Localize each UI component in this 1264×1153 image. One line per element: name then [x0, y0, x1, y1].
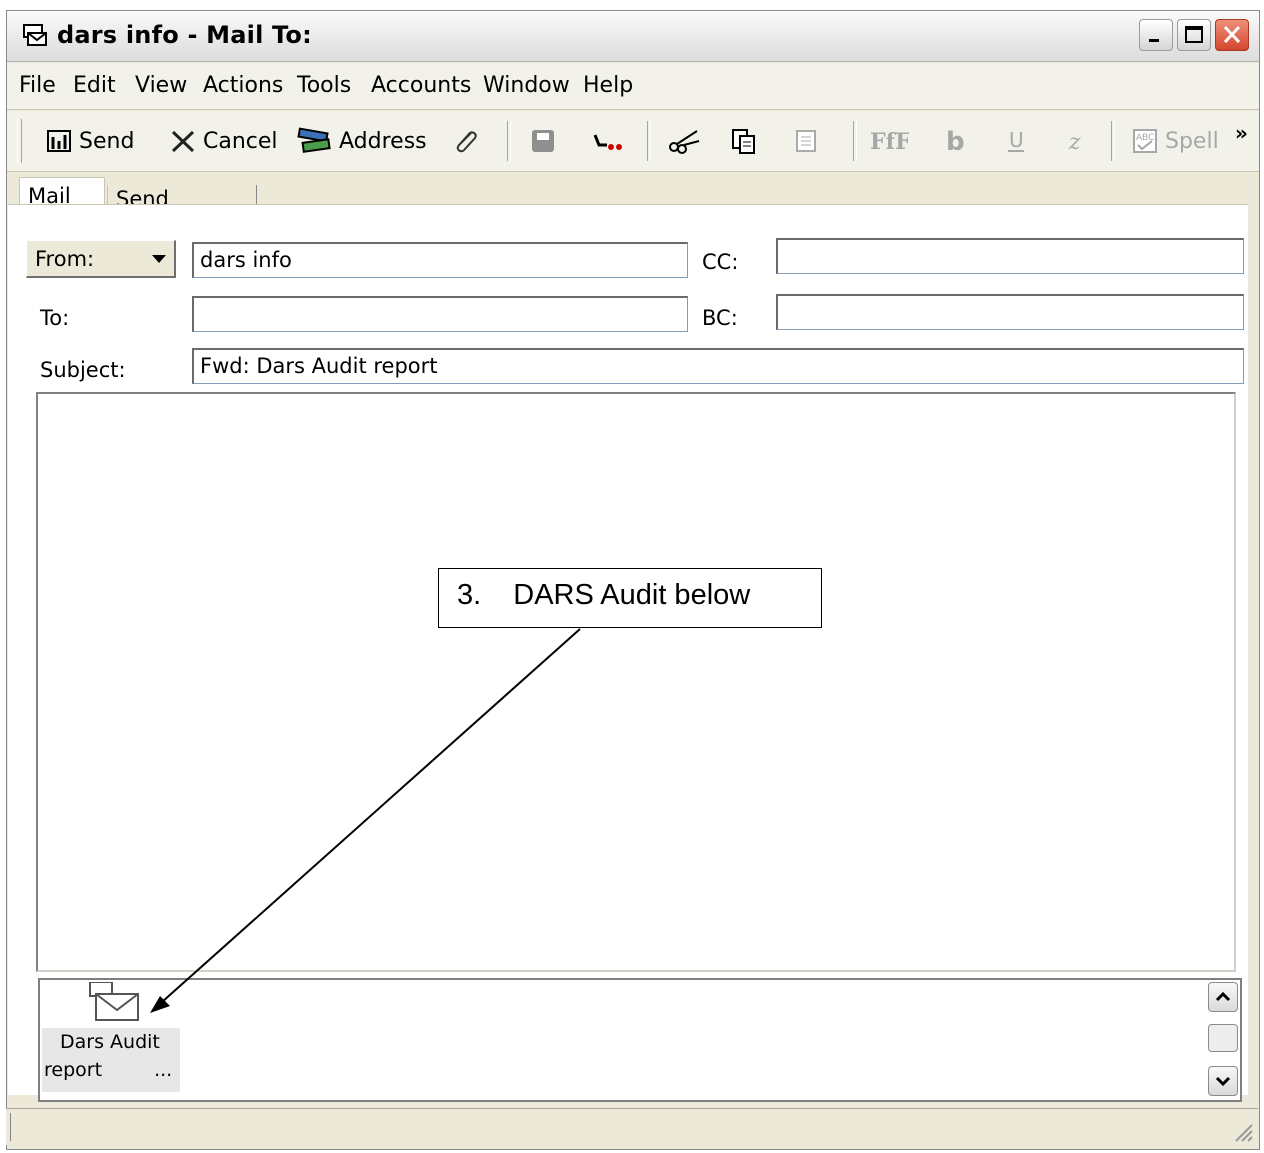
- address-button[interactable]: Address: [297, 121, 427, 161]
- title-bar[interactable]: dars info - Mail To:: [7, 11, 1259, 62]
- send-button[interactable]: Send: [45, 121, 134, 161]
- toolbar-separator: [507, 121, 511, 161]
- svg-text:z: z: [1068, 130, 1081, 155]
- attach-button[interactable]: [451, 121, 479, 161]
- copy-icon: [732, 129, 755, 154]
- cancel-label: Cancel: [203, 128, 278, 154]
- menu-window[interactable]: Window: [483, 73, 570, 98]
- paste-icon: [796, 130, 816, 152]
- menu-edit[interactable]: Edit: [73, 73, 116, 98]
- send-label: Send: [79, 128, 135, 154]
- cc-label: CC:: [702, 250, 739, 274]
- to-field[interactable]: [192, 296, 688, 332]
- cut-button[interactable]: [667, 121, 701, 161]
- resize-grip-icon[interactable]: [1232, 1121, 1254, 1143]
- attachment-ellipsis: ...: [154, 1059, 173, 1081]
- address-book-icon: [297, 127, 331, 153]
- from-dropdown[interactable]: From:: [26, 240, 176, 278]
- menu-file[interactable]: File: [19, 73, 56, 98]
- subject-field[interactable]: Fwd: Dars Audit report: [192, 348, 1244, 384]
- toolbar-separator: [1111, 121, 1115, 161]
- copy-button[interactable]: [729, 121, 757, 161]
- underline-button[interactable]: U: [1003, 121, 1031, 161]
- font-button[interactable]: FfF: [869, 121, 909, 161]
- cc-field[interactable]: [776, 238, 1244, 274]
- close-icon: [1223, 25, 1241, 44]
- toolbar-separator: [647, 121, 651, 161]
- bc-label: BC:: [702, 306, 738, 330]
- svg-text:b: b: [946, 127, 965, 155]
- attachment-item[interactable]: Dars Audit report ...: [42, 1028, 180, 1092]
- toolbar-overflow-icon[interactable]: »: [1235, 113, 1248, 153]
- italic-icon: z: [1068, 130, 1081, 155]
- paperclip-icon: [456, 131, 477, 153]
- scissors-icon: [669, 130, 700, 154]
- bold-button[interactable]: b: [941, 121, 969, 161]
- attachment-name-line2: report: [44, 1059, 103, 1081]
- scroll-thumb[interactable]: [1208, 1024, 1238, 1052]
- chevron-up-icon: [1215, 991, 1231, 1002]
- chevron-down-icon: [1215, 1076, 1231, 1087]
- cancel-button[interactable]: Cancel: [169, 121, 278, 161]
- italic-button[interactable]: z: [1063, 121, 1091, 161]
- status-divider: [10, 1113, 13, 1141]
- paste-button[interactable]: [793, 121, 821, 161]
- from-field[interactable]: dars info: [192, 242, 688, 278]
- underline-icon: U: [1008, 128, 1024, 152]
- spellcheck-icon: ABC: [1133, 129, 1157, 153]
- svg-text:U: U: [1009, 128, 1024, 152]
- from-label: From:: [35, 247, 95, 271]
- spell-button[interactable]: ABC Spell: [1131, 121, 1219, 161]
- attachment-scrollbar[interactable]: [1208, 982, 1238, 1098]
- message-body[interactable]: [36, 392, 1236, 972]
- window-title: dars info - Mail To:: [57, 21, 312, 49]
- svg-text:FfF: FfF: [870, 129, 909, 155]
- status-bar: [6, 1108, 1258, 1145]
- callout-number: 3.: [457, 579, 482, 611]
- mail-compose-icon: [23, 24, 47, 46]
- scroll-up-button[interactable]: [1208, 982, 1238, 1012]
- toolbar: Send Cancel Address FfF b U z ABC Spell …: [7, 111, 1259, 172]
- menu-tools[interactable]: Tools: [297, 73, 351, 98]
- attachment-name-line1: Dars Audit: [60, 1031, 160, 1053]
- address-label: Address: [339, 128, 427, 154]
- maximize-button[interactable]: [1177, 19, 1211, 51]
- menu-accounts[interactable]: Accounts: [371, 73, 471, 98]
- menu-bar: File Edit View Actions Tools Accounts Wi…: [7, 63, 1259, 110]
- save-button[interactable]: [529, 121, 557, 161]
- attached-message-icon: [89, 982, 139, 1021]
- font-icon: FfF: [870, 129, 909, 155]
- to-label: To:: [40, 306, 70, 330]
- chevron-down-icon: [152, 255, 166, 263]
- cancel-x-icon: [171, 130, 195, 153]
- routing-icon: [593, 134, 622, 150]
- toolbar-separator: [853, 121, 857, 161]
- close-button[interactable]: [1215, 19, 1249, 51]
- toolbar-grip[interactable]: [17, 119, 22, 163]
- bc-field[interactable]: [776, 294, 1244, 330]
- callout-text: DARS Audit below: [513, 579, 751, 611]
- menu-view[interactable]: View: [135, 73, 187, 98]
- maximize-icon: [1185, 26, 1203, 43]
- minimize-button[interactable]: [1139, 19, 1173, 51]
- annotation-callout: 3. DARS Audit below: [438, 568, 822, 628]
- routing-button[interactable]: [589, 121, 629, 161]
- attachment-pane: Dars Audit report ...: [38, 978, 1242, 1102]
- menu-help[interactable]: Help: [583, 73, 633, 98]
- save-disk-icon: [532, 130, 554, 152]
- subject-label: Subject:: [40, 358, 126, 382]
- minimize-icon: [1149, 39, 1159, 42]
- scroll-down-button[interactable]: [1208, 1066, 1238, 1096]
- spell-label: Spell: [1165, 128, 1219, 154]
- menu-actions[interactable]: Actions: [203, 73, 283, 98]
- send-icon: [47, 130, 71, 152]
- bold-icon: b: [946, 127, 965, 155]
